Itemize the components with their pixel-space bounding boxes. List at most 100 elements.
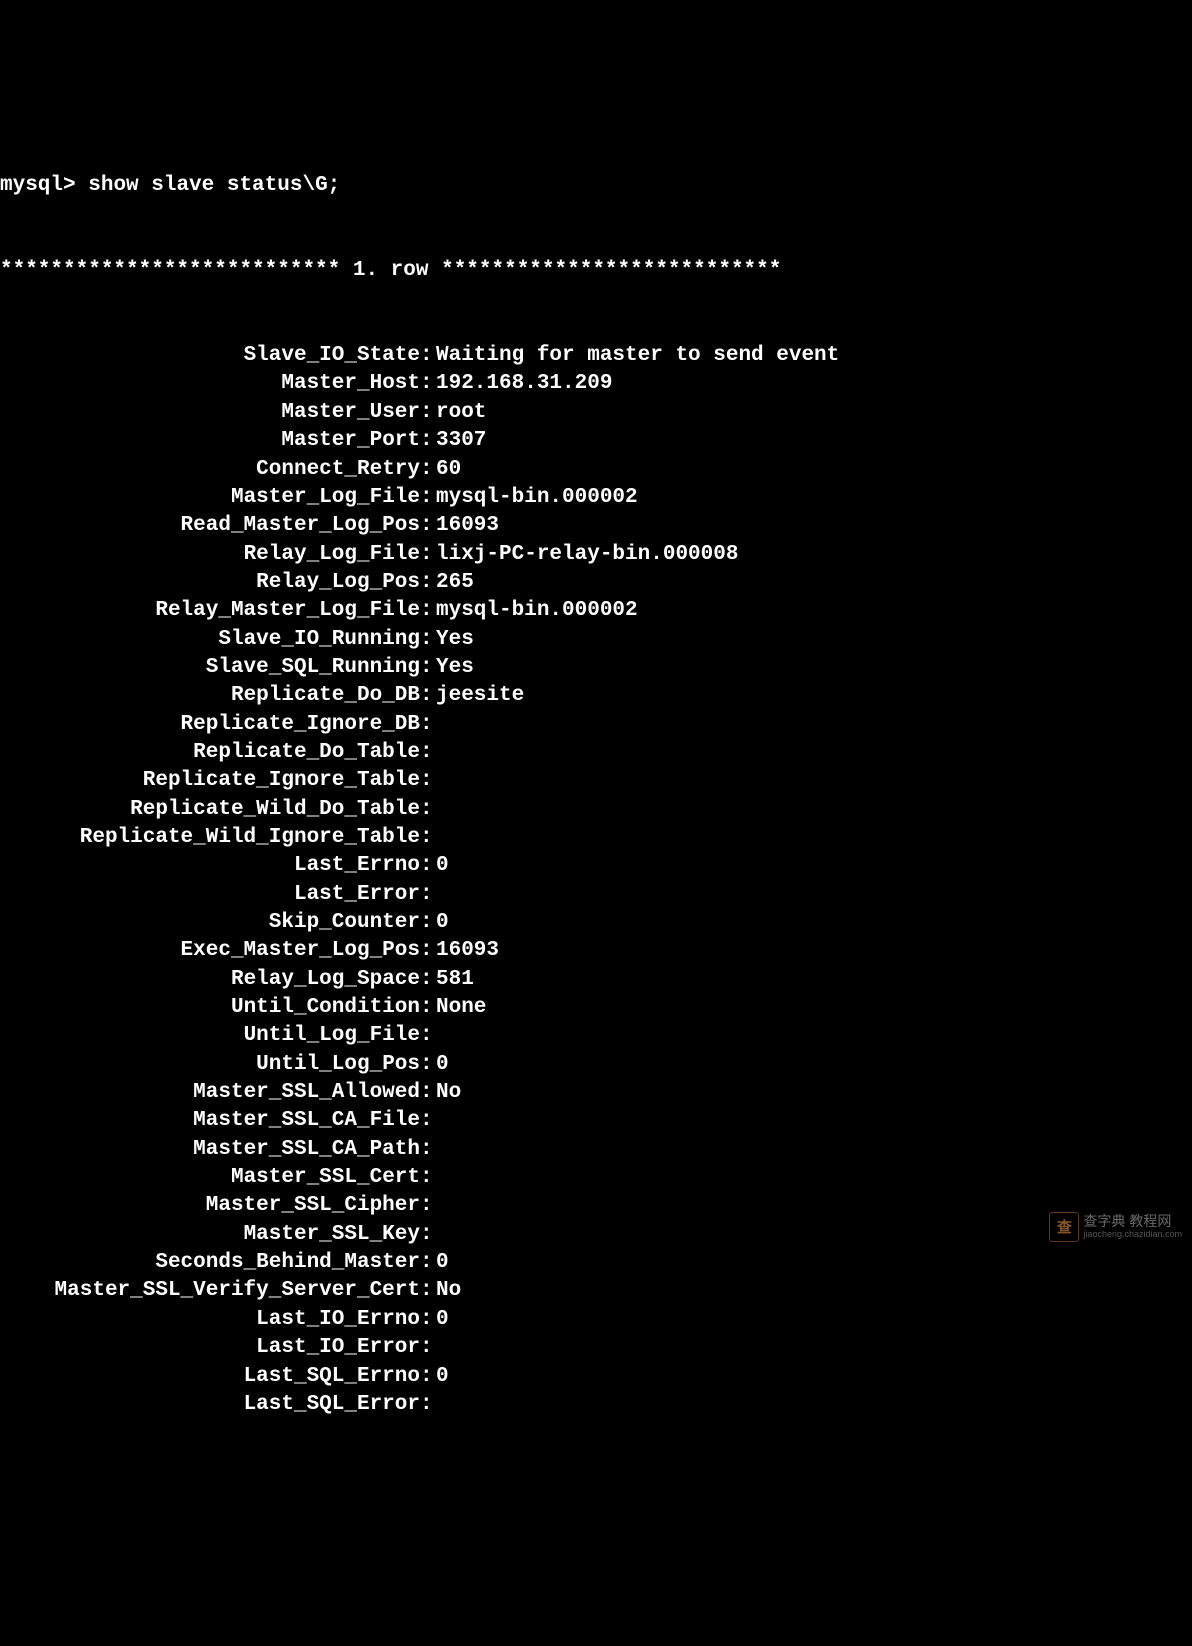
status-field-row: Master_Log_File:mysql-bin.000002 — [0, 484, 1192, 512]
field-label: Slave_IO_Running — [0, 626, 420, 654]
field-colon: : — [420, 456, 434, 484]
field-label: Last_Error — [0, 881, 420, 909]
status-field-row: Until_Log_File: — [0, 1022, 1192, 1050]
field-value — [434, 1136, 436, 1164]
field-label: Read_Master_Log_Pos — [0, 512, 420, 540]
field-value — [434, 739, 436, 767]
field-colon: : — [420, 1136, 434, 1164]
field-label: Master_Log_File — [0, 484, 420, 512]
status-field-row: Master_SSL_CA_File: — [0, 1107, 1192, 1135]
status-field-row: Exec_Master_Log_Pos:16093 — [0, 937, 1192, 965]
field-colon: : — [420, 1277, 434, 1305]
field-value: 16093 — [434, 937, 499, 965]
status-field-row: Master_User:root — [0, 399, 1192, 427]
status-field-row: Replicate_Do_DB:jeesite — [0, 682, 1192, 710]
field-value: 0 — [434, 1051, 449, 1079]
field-value: 265 — [434, 569, 474, 597]
field-colon: : — [420, 909, 434, 937]
field-colon: : — [420, 1051, 434, 1079]
status-field-row: Relay_Log_File:lixj-PC-relay-bin.000008 — [0, 541, 1192, 569]
field-colon: : — [420, 1391, 434, 1419]
field-label: Master_SSL_CA_Path — [0, 1136, 420, 1164]
status-field-row: Replicate_Do_Table: — [0, 739, 1192, 767]
status-field-row: Master_SSL_Key: — [0, 1221, 1192, 1249]
field-colon: : — [420, 1363, 434, 1391]
field-colon: : — [420, 512, 434, 540]
field-label: Slave_SQL_Running — [0, 654, 420, 682]
field-colon: : — [420, 1164, 434, 1192]
field-label: Skip_Counter — [0, 909, 420, 937]
field-colon: : — [420, 824, 434, 852]
field-label: Relay_Log_Pos — [0, 569, 420, 597]
field-value: 581 — [434, 966, 474, 994]
status-field-row: Last_SQL_Errno:0 — [0, 1363, 1192, 1391]
field-value: 0 — [434, 1363, 449, 1391]
field-label: Last_IO_Errno — [0, 1306, 420, 1334]
field-colon: : — [420, 767, 434, 795]
field-value: lixj-PC-relay-bin.000008 — [434, 541, 738, 569]
field-value — [434, 1221, 436, 1249]
field-colon: : — [420, 541, 434, 569]
row-separator: *************************** 1. row *****… — [0, 257, 1192, 285]
field-label: Replicate_Do_DB — [0, 682, 420, 710]
status-field-row: Slave_IO_Running:Yes — [0, 626, 1192, 654]
field-label: Relay_Log_File — [0, 541, 420, 569]
field-colon: : — [420, 1221, 434, 1249]
status-field-row: Seconds_Behind_Master:0 — [0, 1249, 1192, 1277]
field-colon: : — [420, 1079, 434, 1107]
status-field-row: Master_SSL_Cipher: — [0, 1192, 1192, 1220]
watermark-sub: jiaocheng.chazidian.com — [1083, 1230, 1182, 1240]
field-label: Until_Log_File — [0, 1022, 420, 1050]
field-value — [434, 1164, 436, 1192]
status-field-row: Replicate_Wild_Ignore_Table: — [0, 824, 1192, 852]
field-colon: : — [420, 1334, 434, 1362]
field-value: 3307 — [434, 427, 486, 455]
field-value — [434, 881, 436, 909]
status-field-row: Relay_Log_Space:581 — [0, 966, 1192, 994]
field-label: Replicate_Wild_Ignore_Table — [0, 824, 420, 852]
status-field-row: Replicate_Ignore_Table: — [0, 767, 1192, 795]
field-label: Replicate_Ignore_DB — [0, 711, 420, 739]
field-value: 60 — [434, 456, 461, 484]
terminal-output: mysql> show slave status\G; ************… — [0, 113, 1192, 1447]
field-colon: : — [420, 966, 434, 994]
field-value — [434, 1192, 436, 1220]
field-label: Last_SQL_Error — [0, 1391, 420, 1419]
status-field-row: Relay_Master_Log_File:mysql-bin.000002 — [0, 597, 1192, 625]
status-field-row: Master_Port:3307 — [0, 427, 1192, 455]
field-colon: : — [420, 739, 434, 767]
watermark-main: 查字典 教程网 — [1083, 1214, 1182, 1229]
field-label: Seconds_Behind_Master — [0, 1249, 420, 1277]
field-value — [434, 767, 436, 795]
field-colon: : — [420, 711, 434, 739]
sql-command: show slave status\G; — [88, 174, 340, 197]
status-field-row: Master_Host:192.168.31.209 — [0, 370, 1192, 398]
field-colon: : — [420, 682, 434, 710]
field-label: Master_Port — [0, 427, 420, 455]
field-value: 192.168.31.209 — [434, 370, 612, 398]
field-colon: : — [420, 569, 434, 597]
field-label: Last_SQL_Errno — [0, 1363, 420, 1391]
field-value — [434, 796, 436, 824]
status-field-row: Last_IO_Errno:0 — [0, 1306, 1192, 1334]
status-field-row: Slave_SQL_Running:Yes — [0, 654, 1192, 682]
field-value — [434, 1107, 436, 1135]
status-field-row: Replicate_Ignore_DB: — [0, 711, 1192, 739]
watermark-logo-icon: 查 — [1049, 1212, 1079, 1242]
status-field-row: Slave_IO_State:Waiting for master to sen… — [0, 342, 1192, 370]
field-colon: : — [420, 1249, 434, 1277]
field-value — [434, 1391, 436, 1419]
field-label: Exec_Master_Log_Pos — [0, 937, 420, 965]
field-value: jeesite — [434, 682, 524, 710]
status-field-row: Until_Log_Pos:0 — [0, 1051, 1192, 1079]
field-colon: : — [420, 796, 434, 824]
field-colon: : — [420, 937, 434, 965]
status-field-row: Connect_Retry:60 — [0, 456, 1192, 484]
field-label: Replicate_Do_Table — [0, 739, 420, 767]
field-colon: : — [420, 1192, 434, 1220]
field-label: Master_SSL_Allowed — [0, 1079, 420, 1107]
field-value: root — [434, 399, 486, 427]
field-label: Until_Condition — [0, 994, 420, 1022]
field-colon: : — [420, 427, 434, 455]
status-field-row: Replicate_Wild_Do_Table: — [0, 796, 1192, 824]
